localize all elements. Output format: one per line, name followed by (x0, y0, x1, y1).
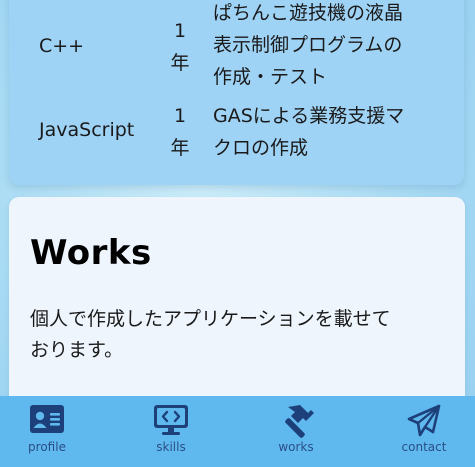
nav-label: works (278, 440, 314, 454)
skill-description-line: ぱちんこ遊技機の液晶 (213, 2, 404, 24)
skill-years: 1 年 (169, 15, 191, 79)
nav-item-skills[interactable]: skills (121, 396, 221, 467)
skill-years-number: 1 (173, 20, 187, 42)
skill-years: 1 年 (169, 100, 191, 164)
skill-description-line: クロの作成 (213, 137, 309, 159)
skill-description-line: 作成・テスト (213, 66, 328, 88)
works-description-line: おります。 (30, 339, 124, 361)
paper-plane-icon (407, 404, 441, 437)
nav-label: skills (156, 440, 186, 454)
nav-item-profile[interactable]: profile (0, 396, 97, 467)
skill-description: ぱちんこ遊技機の液晶 表示制御プログラムの 作成・テスト (213, 0, 433, 93)
id-card-icon (30, 405, 64, 433)
skill-years-number: 1 (173, 105, 187, 127)
works-description: 個人で作成したアプリケーションを載せて おります。 (30, 304, 440, 366)
bottom-navigation-bar: profile skills works contact (0, 396, 475, 467)
skill-language: JavaScript (39, 119, 135, 141)
code-monitor-icon (154, 405, 188, 435)
skill-language: C++ (39, 35, 85, 57)
skill-description: GASによる業務支援マ クロの作成 (213, 100, 433, 164)
skill-years-unit: 年 (170, 52, 190, 74)
nav-label: contact (401, 440, 447, 454)
works-heading: Works (30, 233, 152, 273)
skill-row: JavaScript 1 年 GASによる業務支援マ クロの作成 (9, 100, 464, 180)
skill-row: C++ 1 年 ぱちんこ遊技機の液晶 表示制御プログラムの 作成・テスト (9, 0, 464, 100)
skills-table-card: C++ 1 年 ぱちんこ遊技機の液晶 表示制御プログラムの 作成・テスト Jav… (9, 0, 464, 185)
nav-label: profile (28, 440, 66, 454)
hammer-icon (285, 405, 314, 438)
works-section-card: Works 個人で作成したアプリケーションを載せて おります。 (9, 197, 465, 427)
skill-years-unit: 年 (170, 137, 190, 159)
skill-description-line: 表示制御プログラムの (213, 34, 403, 56)
nav-item-works[interactable]: works (246, 396, 346, 467)
nav-item-contact[interactable]: contact (374, 396, 474, 467)
skill-description-line: GASによる業務支援マ (213, 105, 405, 127)
works-description-line: 個人で作成したアプリケーションを載せて (30, 308, 391, 330)
